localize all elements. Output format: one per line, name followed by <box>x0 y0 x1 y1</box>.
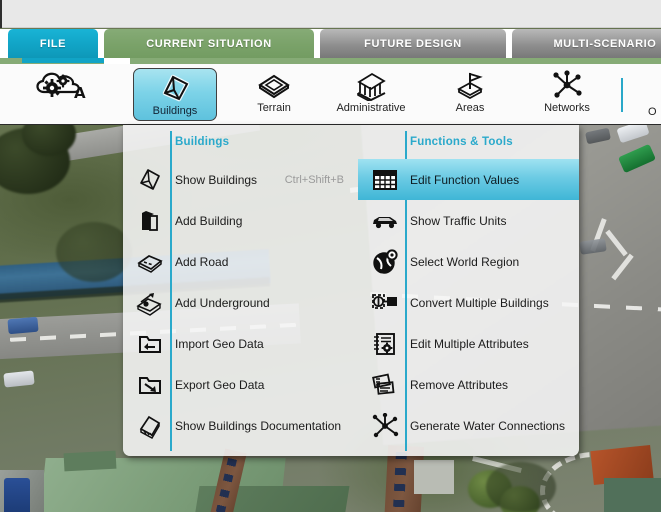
menu-header-buildings: Buildings <box>175 136 229 148</box>
ribbon-tabbar: FILE CURRENT SITUATION FUTURE DESIGN MUL… <box>0 29 661 58</box>
tree-canopy <box>486 462 556 512</box>
house-icon <box>157 72 193 104</box>
add-underground-icon <box>135 288 165 318</box>
menu-item-show-buildings[interactable]: Show Buildings Ctrl+Shift+B <box>123 159 358 200</box>
tab-file[interactable]: FILE <box>8 29 98 58</box>
buildings-dropdown-menu: Buildings Show Buildings Ctrl+Shift+B <box>123 125 579 456</box>
toolbar-item-administrative[interactable]: Administrative <box>325 66 417 123</box>
globe-pin-icon <box>370 247 400 277</box>
menu-label: Show Traffic Units <box>410 214 506 228</box>
menu-column-functions-tools: Functions & Tools Edit Function Values <box>358 125 579 456</box>
terrain-icon <box>254 69 294 101</box>
car-icon <box>370 206 400 236</box>
toolbar-label-areas: Areas <box>456 102 485 114</box>
svg-text:A: A <box>74 84 86 102</box>
export-folder-icon <box>135 370 165 400</box>
building-roof-light <box>414 460 454 494</box>
remove-attributes-icon <box>370 370 400 400</box>
list-gear-icon <box>370 329 400 359</box>
tree-canopy <box>56 222 132 282</box>
menu-label: Import Geo Data <box>175 337 264 351</box>
menu-label: Export Geo Data <box>175 378 264 392</box>
toolbar-label-buildings: Buildings <box>153 105 198 117</box>
building-roof-green-dark <box>604 478 661 512</box>
toolbar-item-areas[interactable]: Areas <box>424 66 516 123</box>
menu-header-functions-tools: Functions & Tools <box>410 136 513 148</box>
convert-shapes-icon <box>370 288 400 318</box>
menu-item-edit-function-values[interactable]: Edit Function Values <box>358 159 579 200</box>
network-nodes-icon <box>370 411 400 441</box>
menu-label: Add Underground <box>175 296 270 310</box>
menu-item-edit-multiple-attributes[interactable]: Edit Multiple Attributes <box>358 323 579 364</box>
menu-column-buildings: Buildings Show Buildings Ctrl+Shift+B <box>123 125 358 456</box>
menu-item-import-geo-data[interactable]: Import Geo Data <box>123 323 358 364</box>
menu-label: Generate Water Connections <box>410 419 565 433</box>
menu-label: Remove Attributes <box>410 378 508 392</box>
flag-plot-icon <box>451 69 489 101</box>
ribbon-toolbar: A Buildings <box>0 64 661 125</box>
window-left-edge <box>0 0 2 28</box>
menu-item-add-building[interactable]: Add Building <box>123 200 358 241</box>
menu-shortcut: Ctrl+Shift+B <box>285 174 344 186</box>
table-grid-icon <box>370 165 400 195</box>
menu-item-select-world-region[interactable]: Select World Region <box>358 241 579 282</box>
add-building-icon <box>135 206 165 236</box>
menu-label: Convert Multiple Buildings <box>410 296 549 310</box>
menu-label: Add Road <box>175 255 228 269</box>
menu-label: Show Buildings Documentation <box>175 419 341 433</box>
building-roof-small <box>64 451 117 472</box>
toolbar-separator <box>621 78 623 112</box>
cloud-gears-icon: A <box>32 69 88 101</box>
tab-future-design[interactable]: FUTURE DESIGN <box>320 29 506 58</box>
window-titlebar <box>0 0 661 28</box>
toolbar-label-networks: Networks <box>544 102 590 114</box>
menu-label: Edit Multiple Attributes <box>410 337 529 351</box>
toolbar-item-networks[interactable]: Networks <box>521 66 613 123</box>
document-stack-icon <box>135 411 165 441</box>
toolbar-label-terrain: Terrain <box>257 102 291 114</box>
menu-item-show-traffic-units[interactable]: Show Traffic Units <box>358 200 579 241</box>
tab-current-situation[interactable]: CURRENT SITUATION <box>104 29 314 58</box>
car-blue <box>7 317 38 335</box>
import-folder-icon <box>135 329 165 359</box>
truck-blue <box>4 478 30 512</box>
toolbar-label-cutoff: O <box>648 106 657 118</box>
menu-item-show-buildings-documentation[interactable]: Show Buildings Documentation <box>123 405 358 446</box>
menu-item-generate-water-connections[interactable]: Generate Water Connections <box>358 405 579 446</box>
toolbar-item-analysis[interactable]: A <box>14 66 106 123</box>
house-outline-icon <box>135 165 165 195</box>
menu-label: Add Building <box>175 214 242 228</box>
menu-label: Edit Function Values <box>410 173 519 187</box>
menu-item-convert-multiple-buildings[interactable]: Convert Multiple Buildings <box>358 282 579 323</box>
application-window: FILE CURRENT SITUATION FUTURE DESIGN MUL… <box>0 0 661 512</box>
toolbar-label-administrative: Administrative <box>336 102 405 114</box>
menu-item-add-road[interactable]: Add Road <box>123 241 358 282</box>
menu-label: Show Buildings <box>175 173 257 187</box>
toolbar-item-terrain[interactable]: Terrain <box>228 66 320 123</box>
toolbar-item-buildings[interactable]: Buildings <box>133 68 217 121</box>
add-road-icon <box>135 247 165 277</box>
tab-file-underline <box>22 58 104 63</box>
menu-label: Select World Region <box>410 255 519 269</box>
network-nodes-icon <box>548 69 586 101</box>
menu-item-export-geo-data[interactable]: Export Geo Data <box>123 364 358 405</box>
menu-item-add-underground[interactable]: Add Underground <box>123 282 358 323</box>
menu-item-remove-attributes[interactable]: Remove Attributes <box>358 364 579 405</box>
classical-building-icon <box>351 69 391 101</box>
tab-multi-scenario[interactable]: MULTI-SCENARIO <box>512 29 661 58</box>
